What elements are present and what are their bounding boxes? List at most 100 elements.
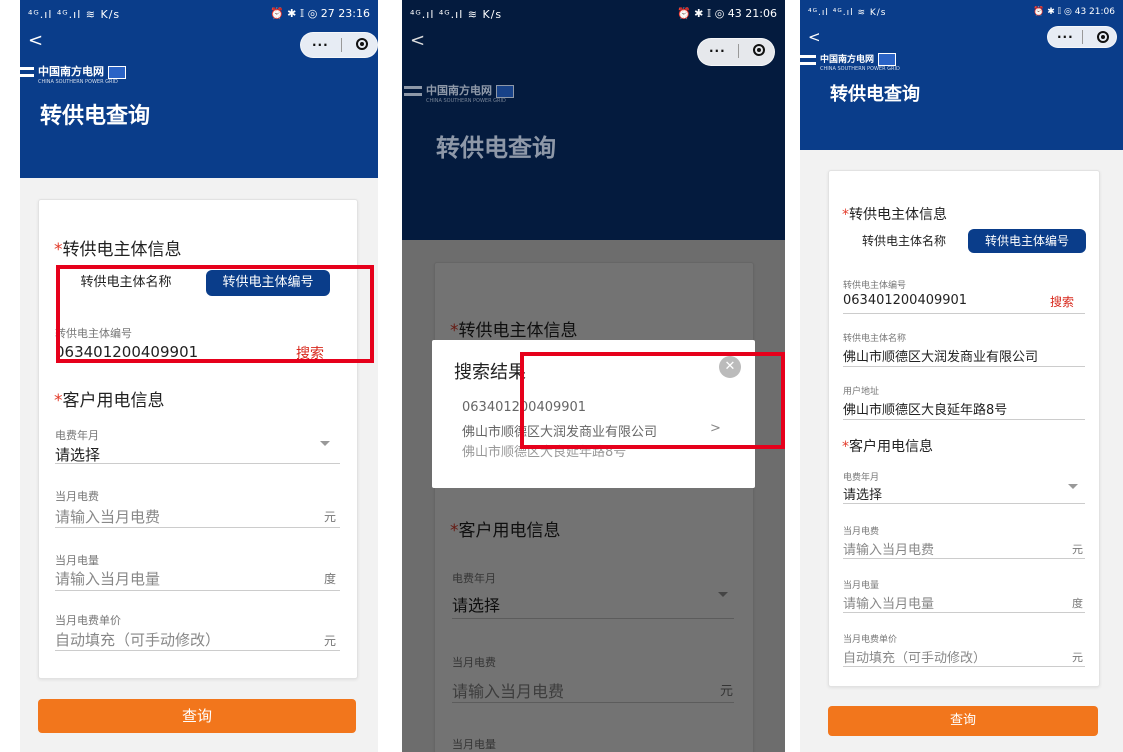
divider xyxy=(843,313,1085,314)
section-customer-title: *客户用电信息 xyxy=(842,436,933,456)
divider xyxy=(55,590,340,591)
month-fee-input[interactable]: 请输入当月电费 xyxy=(55,506,160,527)
section-customer-label: 客户用电信息 xyxy=(849,439,933,455)
more-menu-button[interactable]: ··· xyxy=(312,38,329,52)
required-star: * xyxy=(54,240,63,260)
back-button[interactable]: < xyxy=(808,28,821,46)
month-fee-input[interactable]: 请输入当月电费 xyxy=(843,539,934,558)
unit-price-input[interactable]: 自动填充（可手动修改） xyxy=(843,647,986,666)
chevron-down-icon[interactable] xyxy=(320,441,330,446)
section-entity-label: 转供电主体信息 xyxy=(62,240,182,260)
required-star: * xyxy=(54,391,63,411)
dialog-title: 搜索结果 xyxy=(454,362,526,383)
section-customer-title: *客户用电信息 xyxy=(54,386,165,411)
logo-text: 中国南方电网 xyxy=(426,84,492,97)
entity-name-label: 转供电主体名称 xyxy=(843,334,907,344)
mini-program-capsule: ··· xyxy=(1047,26,1117,48)
month-fee-label: 当月电费 xyxy=(843,527,880,537)
unit-price-label: 当月电费单价 xyxy=(55,614,121,627)
user-address-label: 用户地址 xyxy=(843,387,880,397)
status-bar: ⁴ᴳ.ıl ⁴ᴳ.ıl ≋ K/s ⏰ ✱ 𝕀 ◎ 27 23:16 xyxy=(20,0,378,30)
month-power-label: 当月电量 xyxy=(843,581,880,591)
brand-logo: 中国南方电网 CHINA SOUTHERN POWER GRID xyxy=(800,52,900,72)
close-miniprogram-button[interactable] xyxy=(356,38,368,50)
month-power-unit: 度 xyxy=(1072,597,1083,610)
logo-icon xyxy=(800,54,816,65)
screenshot-left: ⁴ᴳ.ıl ⁴ᴳ.ıl ≋ K/s ⏰ ✱ 𝕀 ◎ 27 23:16 < ···… xyxy=(20,0,378,752)
tab-entity-name[interactable]: 转供电主体名称 xyxy=(846,229,962,253)
month-power-input[interactable]: 请输入当月电量 xyxy=(843,593,934,612)
flag-icon xyxy=(496,84,514,98)
unit-price-label: 当月电费单价 xyxy=(843,635,898,645)
brand-logo: 中国南方电网 CHINA SOUTHERN POWER GRID xyxy=(20,63,126,85)
signal-indicators: ⁴ᴳ.ıl ⁴ᴳ.ıl ≋ K/s xyxy=(808,8,887,18)
status-right: ⏰ ✱ 𝕀 ◎ 43 21:06 xyxy=(676,7,777,20)
page-title: 转供电查询 xyxy=(830,84,920,105)
divider xyxy=(843,503,1085,504)
logo-subtext: CHINA SOUTHERN POWER GRID xyxy=(426,98,506,104)
highlight-box xyxy=(520,352,785,449)
brand-logo: 中国南方电网 CHINA SOUTHERN POWER GRID xyxy=(404,82,514,104)
logo-subtext: CHINA SOUTHERN POWER GRID xyxy=(820,66,900,72)
capsule-divider xyxy=(738,44,739,58)
signal-indicators: ⁴ᴳ.ıl ⁴ᴳ.ıl ≋ K/s xyxy=(28,8,121,21)
search-button[interactable]: 搜索 xyxy=(1050,293,1074,310)
divider xyxy=(55,650,340,651)
fee-month-label: 电费年月 xyxy=(55,429,99,442)
status-bar: ⁴ᴳ.ıl ⁴ᴳ.ıl ≋ K/s ⏰ ✱ 𝕀 ◎ 43 21:06 xyxy=(402,0,785,30)
close-miniprogram-button[interactable] xyxy=(753,44,765,56)
signal-indicators: ⁴ᴳ.ıl ⁴ᴳ.ıl ≋ K/s xyxy=(410,8,503,21)
logo-icon xyxy=(404,86,422,96)
user-address-value: 佛山市顺德区大良延年路8号 xyxy=(843,403,1008,418)
query-button[interactable]: 查询 xyxy=(38,699,356,733)
unit-price-unit: 元 xyxy=(324,634,337,648)
back-button[interactable]: < xyxy=(410,32,425,50)
page-title: 转供电查询 xyxy=(40,104,151,129)
chevron-down-icon[interactable] xyxy=(1068,484,1078,489)
section-entity-label: 转供电主体信息 xyxy=(849,207,947,223)
fee-month-select[interactable]: 请选择 xyxy=(55,444,100,465)
month-fee-unit: 元 xyxy=(324,510,337,524)
more-menu-button[interactable]: ··· xyxy=(1057,30,1074,44)
logo-subtext: CHINA SOUTHERN POWER GRID xyxy=(38,79,118,85)
flag-icon xyxy=(108,65,126,79)
status-right: ⏰ ✱ 𝕀 ◎ 27 23:16 xyxy=(269,7,370,20)
entity-number-input[interactable]: 063401200409901 xyxy=(843,293,967,308)
fee-month-select[interactable]: 请选择 xyxy=(843,484,882,503)
tab-entity-number[interactable]: 转供电主体编号 xyxy=(968,229,1086,253)
status-right: ⏰ ✱ 𝕀 ◎ 43 21:06 xyxy=(1033,7,1115,17)
entity-name-value: 佛山市顺德区大润发商业有限公司 xyxy=(843,350,1039,365)
unit-price-input[interactable]: 自动填充（可手动修改） xyxy=(55,629,220,650)
divider xyxy=(843,612,1085,613)
close-miniprogram-button[interactable] xyxy=(1097,31,1109,43)
section-entity-title: *转供电主体信息 xyxy=(842,204,947,224)
logo-icon xyxy=(20,67,34,77)
divider xyxy=(843,558,1085,559)
mini-program-capsule: ··· xyxy=(697,38,775,66)
logo-text: 中国南方电网 xyxy=(820,55,875,65)
fee-month-label: 电费年月 xyxy=(843,473,880,483)
page-title: 转供电查询 xyxy=(436,134,556,162)
screenshot-middle: *转供电主体信息 *客户用电信息 电费年月 请选择 当月电费 请输入当月电费 元… xyxy=(402,0,785,752)
month-fee-unit: 元 xyxy=(1072,543,1083,556)
required-star: * xyxy=(842,207,849,223)
month-power-input[interactable]: 请输入当月电量 xyxy=(55,568,160,589)
section-entity-title: *转供电主体信息 xyxy=(54,235,182,260)
section-customer-label: 客户用电信息 xyxy=(62,391,165,411)
month-fee-label: 当月电费 xyxy=(55,490,99,503)
back-button[interactable]: < xyxy=(28,32,43,50)
month-power-label: 当月电量 xyxy=(55,554,99,567)
divider xyxy=(843,666,1085,667)
divider xyxy=(55,527,340,528)
month-power-unit: 度 xyxy=(324,572,337,586)
logo-text: 中国南方电网 xyxy=(38,65,104,78)
capsule-divider xyxy=(341,38,342,52)
flag-icon xyxy=(878,53,897,66)
more-menu-button[interactable]: ··· xyxy=(709,44,726,58)
unit-price-unit: 元 xyxy=(1072,651,1083,664)
highlight-box xyxy=(56,265,374,363)
divider xyxy=(55,463,340,464)
entity-number-label: 转供电主体编号 xyxy=(843,281,907,291)
screenshot-right: ⁴ᴳ.ıl ⁴ᴳ.ıl ≋ K/s ⏰ ✱ 𝕀 ◎ 43 21:06 < ···… xyxy=(800,0,1123,752)
query-button[interactable]: 查询 xyxy=(828,706,1098,736)
